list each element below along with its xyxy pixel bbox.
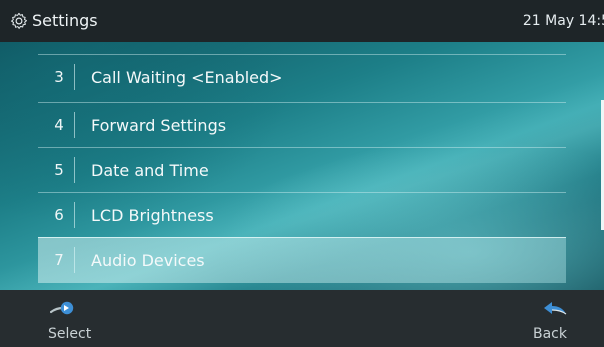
- back-softkey[interactable]: Back: [515, 290, 595, 347]
- select-arrow-icon: [50, 301, 74, 315]
- menu-item-call-waiting[interactable]: 3 Call Waiting <Enabled>: [38, 54, 566, 100]
- divider: [74, 202, 75, 228]
- menu-item-label: Forward Settings: [91, 115, 227, 135]
- title-bar: Settings 21 May 14:5: [0, 0, 604, 42]
- softkey-bar: Select Back: [0, 290, 604, 347]
- menu-item-date-and-time[interactable]: 5 Date and Time: [38, 147, 566, 193]
- select-softkey[interactable]: Select: [30, 290, 110, 347]
- menu-item-number: 6: [54, 206, 64, 224]
- menu-item-lcd-brightness[interactable]: 6 LCD Brightness: [38, 192, 566, 238]
- divider: [74, 64, 75, 90]
- menu-item-label: Date and Time: [91, 160, 209, 180]
- back-label: Back: [533, 326, 567, 342]
- select-label: Select: [48, 326, 92, 342]
- divider: [74, 247, 75, 273]
- page-title: Settings: [32, 11, 98, 30]
- menu-item-number: 3: [54, 68, 64, 86]
- back-arrow-icon: [544, 302, 567, 315]
- menu-item-label: LCD Brightness: [91, 205, 214, 225]
- gear-icon: [11, 12, 27, 29]
- menu-item-label: Audio Devices: [91, 250, 205, 270]
- menu-item-audio-devices[interactable]: 7 Audio Devices: [38, 237, 566, 283]
- menu-item-number: 5: [54, 161, 64, 179]
- divider: [74, 112, 75, 138]
- menu-item-label: Call Waiting <Enabled>: [91, 67, 283, 87]
- date-time: 21 May 14:5: [522, 13, 604, 29]
- menu-item-forward-settings[interactable]: 4 Forward Settings: [38, 102, 566, 148]
- menu-item-number: 4: [54, 116, 64, 134]
- menu-item-number: 7: [54, 251, 64, 269]
- settings-menu: 3 Call Waiting <Enabled> 4 Forward Setti…: [0, 42, 604, 290]
- divider: [74, 157, 75, 183]
